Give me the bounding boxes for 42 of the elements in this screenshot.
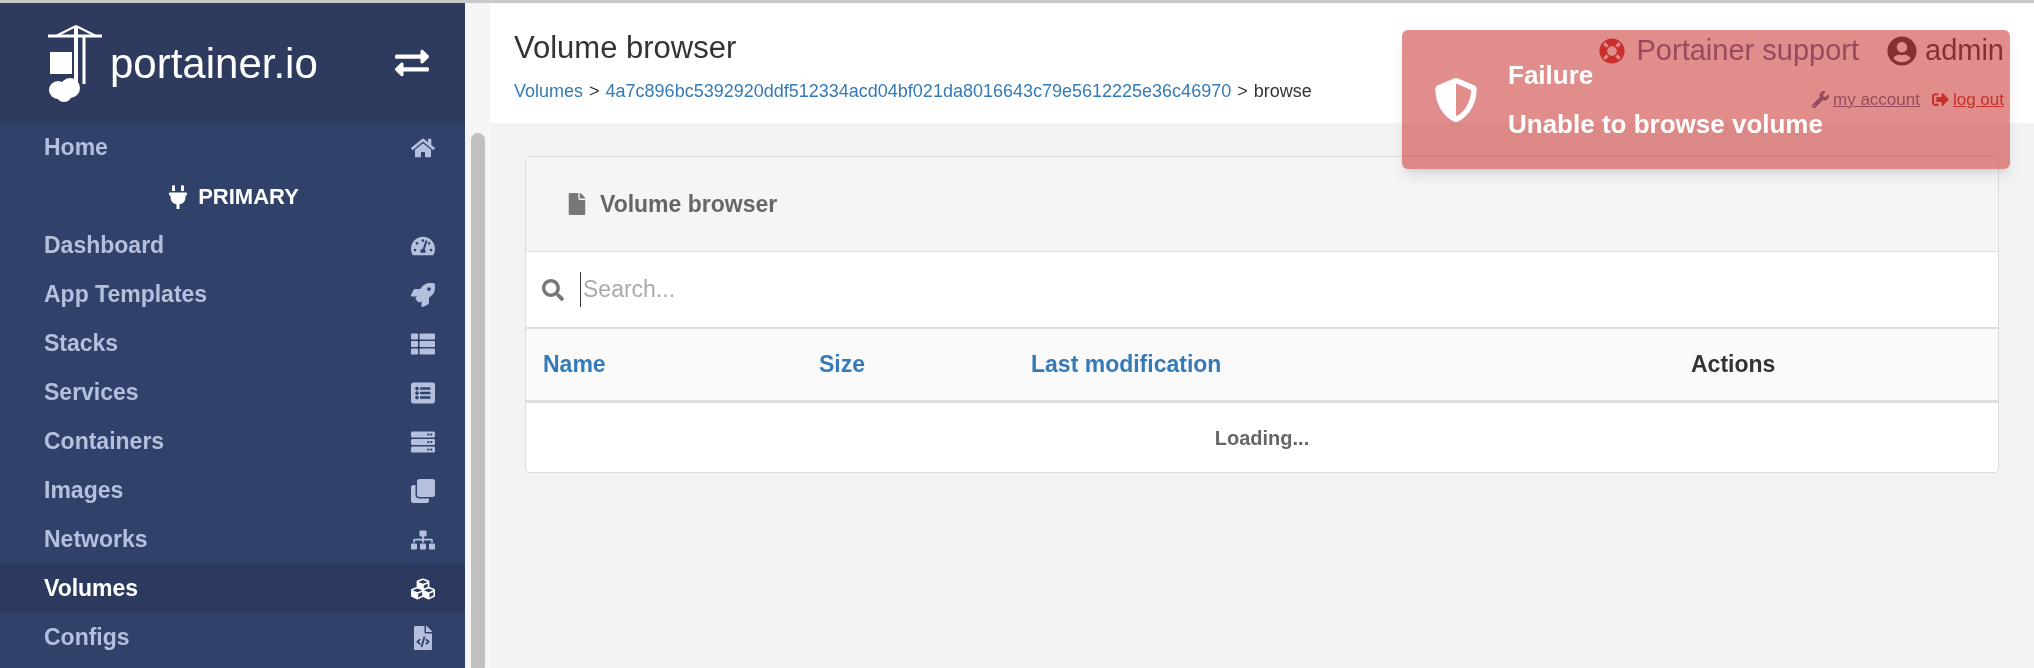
sidebar-item[interactable]: Services xyxy=(0,368,465,417)
rocket-icon xyxy=(411,282,435,307)
cubes-icon xyxy=(411,576,435,601)
scrollbar[interactable] xyxy=(470,133,485,668)
sitemap-icon xyxy=(411,527,435,552)
panel-title: Volume browser xyxy=(600,189,778,219)
user-name: admin xyxy=(1887,29,2004,73)
toast-title: Failure xyxy=(1508,58,1595,92)
list-card-icon xyxy=(411,380,435,405)
file-icon xyxy=(566,193,588,215)
sidebar-item[interactable]: App Templates xyxy=(0,270,465,319)
list-icon xyxy=(411,331,435,356)
sidebar-item[interactable]: Images xyxy=(0,466,465,515)
page-title: Volume browser xyxy=(514,29,738,67)
file-icon xyxy=(411,625,435,650)
life-ring-icon xyxy=(1598,37,1625,64)
sidebar-item[interactable]: Stacks xyxy=(0,319,465,368)
logout-icon xyxy=(1931,90,1949,108)
sidebar-item[interactable]: Networks xyxy=(0,515,465,564)
copies-icon xyxy=(411,478,435,503)
breadcrumb-link[interactable]: 4a7c896bc5392920ddf512334acd04bf021da8016643c79e5612225e36c46970 xyxy=(605,77,1232,105)
user-icon xyxy=(1887,35,1917,66)
sidebar-item[interactable]: Volumes xyxy=(0,564,465,613)
sidebar-item[interactable]: Dashboard xyxy=(0,221,465,270)
loading-text: Loading... xyxy=(1214,425,1310,451)
search-field[interactable]: Search... xyxy=(580,272,1998,307)
column-header[interactable]: Last modification xyxy=(1031,347,1691,382)
sidebar-item[interactable]: Containers xyxy=(0,417,465,466)
breadcrumb-separator: > xyxy=(1237,79,1248,103)
sidebar-heading: PRIMARY xyxy=(198,183,299,211)
breadcrumb-current: browse xyxy=(1253,79,1312,103)
column-header: Actions xyxy=(1691,350,1777,380)
column-header[interactable]: Name xyxy=(543,347,819,382)
sidebar-item[interactable]: Configs xyxy=(0,613,465,662)
breadcrumb-link[interactable]: Volumes xyxy=(514,77,584,105)
breadcrumb-separator: > xyxy=(589,79,600,103)
logo-text: portainer.io xyxy=(110,38,318,89)
column-header[interactable]: Size xyxy=(819,347,1031,382)
wrench-icon xyxy=(1812,90,1829,108)
sidebar-item[interactable]: Home xyxy=(0,123,465,172)
server-icon xyxy=(411,429,435,454)
search-icon xyxy=(542,278,564,301)
